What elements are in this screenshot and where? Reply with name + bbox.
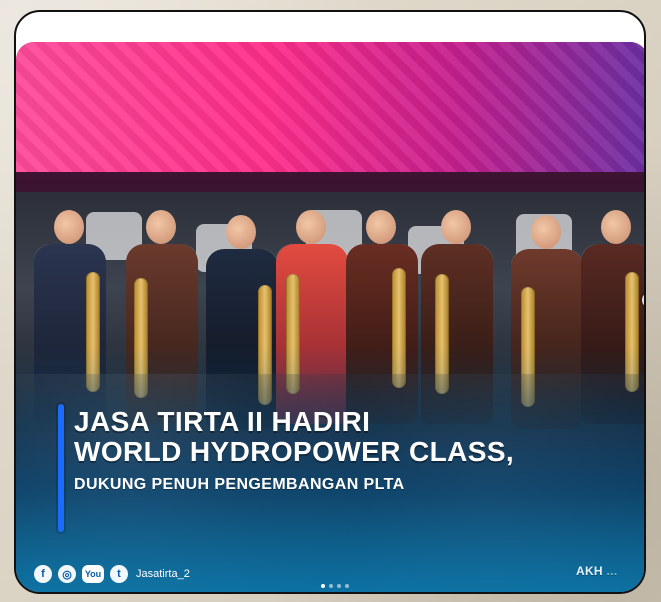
headline-line-2: WORLD HYDROPOWER CLASS,: [74, 436, 515, 467]
headline-line-1: JASA TIRTA II HADIRI: [74, 406, 371, 437]
corner-watermark-main: AKH: [576, 564, 603, 578]
youtube-icon-text: You: [84, 569, 102, 579]
youtube-icon[interactable]: You: [82, 565, 104, 583]
instagram-icon[interactable]: ◎: [58, 565, 76, 583]
subheadline: DUKUNG PENUH PENGEMBANGAN PLTA: [74, 476, 405, 493]
corner-watermark: AKH ...: [576, 564, 617, 578]
event-photo: [16, 42, 644, 592]
carousel-dots: [321, 584, 349, 588]
photo-card: JASA TIRTA II HADIRI WORLD HYDROPOWER CL…: [14, 10, 646, 594]
headline-accent-bar: [58, 404, 64, 532]
headline-block: JASA TIRTA II HADIRI WORLD HYDROPOWER CL…: [74, 408, 634, 494]
carousel-dot[interactable]: [321, 584, 325, 588]
facebook-icon[interactable]: f: [34, 565, 52, 583]
carousel-dot[interactable]: [337, 584, 341, 588]
corner-watermark-faint: ...: [606, 564, 618, 578]
carousel-dot[interactable]: [345, 584, 349, 588]
account-handle[interactable]: Jasatirta_2: [136, 568, 190, 580]
blue-gradient-overlay: [16, 42, 644, 592]
social-footer: f ◎ You t Jasatirta_2: [34, 565, 190, 583]
carousel-dot[interactable]: [329, 584, 333, 588]
twitter-icon[interactable]: t: [110, 565, 128, 583]
